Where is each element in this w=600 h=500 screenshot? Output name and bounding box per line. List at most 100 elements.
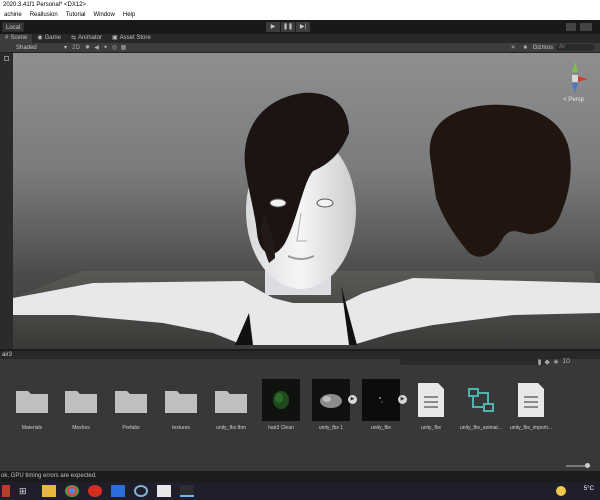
project-header-tools: ▮ ◆ ★ 10 — [538, 358, 570, 366]
scene-view-toolbar: Shaded 2D ✹ ◀ ✦ ◎ ▦ ✕ ■ Gizmos All — [0, 43, 600, 53]
asset-label: unity_fbx.fbm — [216, 425, 246, 431]
playback-controls: ▶ ❚❚ ▶| — [266, 22, 310, 32]
pivot-mode-button[interactable]: Local — [2, 22, 25, 32]
asset-folder-prefabs[interactable]: Prefabs — [108, 379, 154, 431]
asset-label: unity_fbx_animat... — [460, 425, 502, 431]
app-icon-red[interactable] — [2, 485, 10, 497]
tab-game[interactable]: ◉ Game — [32, 34, 66, 43]
hidden-packages-badge[interactable]: 10 — [562, 358, 570, 366]
orientation-gizmo[interactable] — [560, 59, 590, 95]
star-icon[interactable]: ★ — [553, 358, 559, 366]
menu-item-machine[interactable]: achine — [0, 10, 26, 20]
camera-icon[interactable]: ■ — [521, 45, 530, 51]
asset-label: unity_fbx — [420, 425, 441, 431]
game-icon: ◉ — [37, 35, 43, 41]
menu-dots-icon[interactable] — [4, 56, 9, 61]
window-title-bar: 2020.3.41f1 Personal* <DX12> — [0, 0, 600, 10]
asset-label: Meshes — [72, 425, 90, 431]
scene-search-placeholder: All — [559, 44, 565, 50]
icon-size-slider[interactable] — [566, 463, 590, 468]
document-icon — [512, 379, 550, 421]
menu-item-window[interactable]: Window — [90, 10, 119, 20]
tab-asset-store-label: Asset Store — [119, 35, 151, 41]
os-taskbar: ⊞ 5°C — [0, 482, 600, 500]
app-icon-blue[interactable] — [111, 485, 125, 497]
tab-scene[interactable]: # Scene — [0, 34, 33, 43]
project-folder-path[interactable]: air3 — [2, 352, 12, 358]
opera-icon[interactable] — [88, 485, 102, 497]
status-bar: ok, GPU timing errors are expected. — [0, 471, 600, 482]
asset-label: hair3 Clean — [268, 425, 294, 431]
menu-bar: achine Reallusion Tutorial Window Help — [0, 10, 600, 20]
menu-item-reallusion[interactable]: Reallusion — [26, 10, 62, 20]
asset-unity-fbx-animator[interactable]: unity_fbx_animat... — [458, 379, 504, 431]
effects-icon[interactable]: ✦ — [101, 44, 110, 51]
grid-icon[interactable]: ▦ — [119, 44, 128, 51]
eye-right — [316, 198, 334, 208]
tools-icon[interactable]: ✕ — [509, 44, 518, 51]
asset-unity-fbx-importer[interactable]: unity_fbx_importi... — [508, 379, 554, 431]
scene-render — [13, 92, 600, 349]
unity-hub-icon[interactable] — [157, 485, 171, 497]
asset-label: unity_fbx_importi... — [510, 425, 552, 431]
folder-icon — [13, 379, 51, 421]
app-icon-c[interactable] — [134, 485, 148, 497]
project-search-input[interactable] — [400, 358, 550, 365]
asset-unity-fbx-prefab[interactable]: unity_fbx ▶ — [358, 379, 407, 431]
temperature-label: 5°C — [583, 486, 594, 492]
expand-arrow-icon[interactable]: ▶ — [398, 395, 407, 404]
unity-editor-icon[interactable] — [180, 485, 194, 497]
pause-button[interactable]: ❚❚ — [281, 22, 295, 32]
asset-label: unity_fbx — [370, 425, 391, 431]
menu-item-tutorial[interactable]: Tutorial — [62, 10, 90, 20]
asset-hair3-clean[interactable]: hair3 Clean — [258, 379, 304, 431]
chrome-icon[interactable] — [65, 485, 79, 497]
weather-icon[interactable] — [556, 486, 566, 496]
scene-viewport[interactable]: < Persp — [13, 53, 600, 349]
asset-unity-fbx-1[interactable]: unity_fbx 1 ▶ — [308, 379, 357, 431]
eye-left — [269, 198, 287, 208]
asset-folder-fbm[interactable]: unity_fbx.fbm — [208, 379, 254, 431]
menu-item-help[interactable]: Help — [119, 10, 139, 20]
audio-icon[interactable]: ◀ — [92, 44, 101, 51]
tab-scene-label: Scene — [10, 35, 28, 41]
tab-asset-store[interactable]: ▣ Asset Store — [107, 34, 156, 43]
asset-label: textures — [172, 425, 190, 431]
model-preview-thumbnail — [312, 379, 350, 421]
collab-icon[interactable] — [566, 23, 576, 31]
main-toolbar: Local ▶ ❚❚ ▶| — [0, 20, 600, 34]
projection-label[interactable]: < Persp — [563, 97, 584, 103]
status-message[interactable]: ok, GPU timing errors are expected. — [1, 473, 97, 479]
filter-icon[interactable]: ◆ — [545, 358, 550, 366]
mode-2d-toggle[interactable]: 2D — [69, 45, 83, 51]
shading-mode-dropdown[interactable]: Shaded — [14, 43, 69, 52]
lighting-icon[interactable]: ✹ — [83, 44, 92, 51]
axis-gizmo-icon — [562, 61, 588, 93]
scene-search-input[interactable]: All — [556, 44, 594, 51]
folder-icon — [162, 379, 200, 421]
asset-label: Prefabs — [122, 425, 140, 431]
expand-arrow-icon[interactable]: ▶ — [348, 395, 357, 404]
asset-folder-textures[interactable]: textures — [158, 379, 204, 431]
hair-mesh-preview — [429, 104, 571, 257]
scene-view-right-tools: ✕ ■ Gizmos All — [509, 44, 600, 51]
material-preview-thumbnail — [262, 379, 300, 421]
file-explorer-icon[interactable] — [42, 485, 56, 497]
scene-icon: # — [5, 35, 9, 41]
step-button[interactable]: ▶| — [296, 22, 310, 32]
asset-label: unity_fbx 1 — [318, 425, 344, 431]
gizmos-dropdown[interactable]: Gizmos — [533, 45, 553, 51]
slider-handle[interactable] — [585, 463, 590, 468]
asset-folder-meshes[interactable]: Meshes — [58, 379, 104, 431]
play-button[interactable]: ▶ — [266, 22, 280, 32]
tab-animator[interactable]: ⇆ Animator — [65, 34, 107, 43]
task-view-icon[interactable]: ⊞ — [19, 485, 33, 497]
asset-store-icon: ▣ — [112, 35, 118, 41]
cloud-icon[interactable] — [580, 23, 592, 31]
asset-folder-materials[interactable]: Materials — [9, 379, 55, 431]
project-panel: air3 ▮ ◆ ★ 10 Materials Meshes Prefabs t… — [0, 349, 600, 471]
tab-animator-label: Animator — [77, 35, 102, 41]
lock-icon[interactable]: ▮ — [538, 358, 542, 366]
asset-unity-fbx-doc[interactable]: unity_fbx — [408, 379, 454, 431]
hidden-objects-icon[interactable]: ◎ — [110, 44, 119, 51]
